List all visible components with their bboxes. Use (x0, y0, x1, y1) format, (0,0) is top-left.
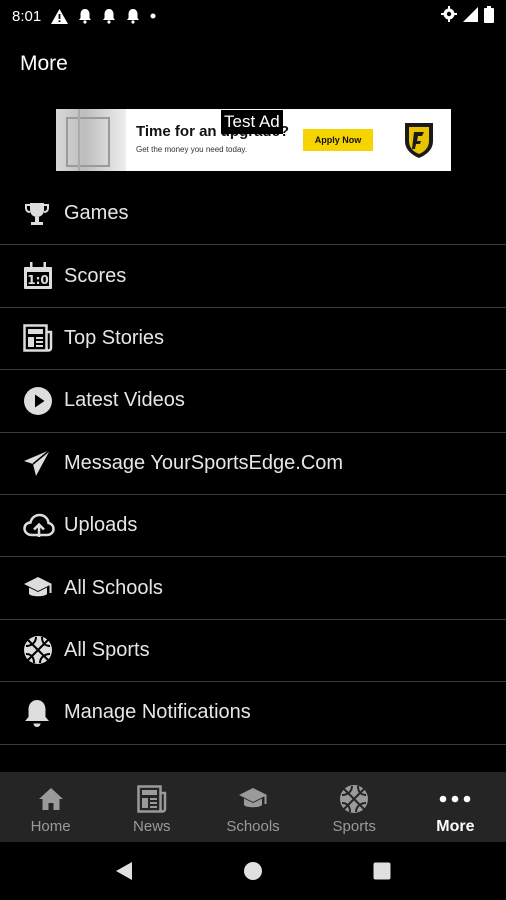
bell-icon (78, 8, 92, 24)
menu-item-label: Uploads (64, 514, 138, 537)
status-bar: 8:01 (0, 0, 506, 32)
menu-item-label: Message YourSportsEdge.Com (64, 451, 344, 474)
nav-label: Home (30, 818, 71, 835)
nav-tab-schools[interactable]: Schools (202, 772, 303, 842)
menu-item-all-sports[interactable]: All Sports (0, 620, 506, 683)
basketball-icon (339, 784, 369, 814)
status-time: 8:01 (12, 7, 42, 25)
menu-item-uploads[interactable]: Uploads (0, 495, 506, 558)
cloud-upload-icon (0, 513, 64, 539)
nav-tab-home[interactable]: Home (0, 772, 101, 842)
test-ad-label: Test Ad (221, 110, 283, 134)
menu-item-label: Scores (64, 264, 127, 287)
signal-icon (463, 6, 478, 26)
ad-subtext: Get the money you need today. (136, 145, 248, 154)
alert-icon (51, 8, 69, 24)
svg-text:1:0: 1:0 (27, 273, 49, 287)
menu-item-manage-notifications[interactable]: Manage Notifications (0, 682, 506, 745)
menu-item-scores[interactable]: 1:0 Scores (0, 245, 506, 308)
more-menu: Games 1:0 Scores Top Stories Latest Vide… (0, 183, 506, 745)
play-icon (0, 386, 64, 416)
menu-item-label: All Sports (64, 638, 150, 661)
bell-icon (0, 698, 64, 728)
newspaper-icon (137, 784, 167, 814)
menu-item-latest-videos[interactable]: Latest Videos (0, 370, 506, 433)
graduation-cap-icon (0, 575, 64, 601)
menu-item-label: Latest Videos (64, 389, 185, 412)
nav-label: Sports (332, 818, 376, 835)
recents-icon[interactable] (362, 851, 402, 891)
ad-shield-logo (402, 121, 436, 159)
menu-item-top-stories[interactable]: Top Stories (0, 308, 506, 371)
nav-label: News (133, 818, 171, 835)
battery-icon (484, 5, 494, 27)
bottom-nav: Home News Schools Sports More (0, 772, 506, 842)
more-dots-icon (439, 784, 471, 814)
menu-item-all-schools[interactable]: All Schools (0, 557, 506, 620)
graduation-cap-icon (238, 784, 268, 814)
scoreboard-icon: 1:0 (0, 262, 64, 290)
menu-item-label: Games (64, 202, 129, 225)
nav-label: Schools (226, 818, 280, 835)
newspaper-icon (0, 324, 64, 353)
ad-image (56, 109, 126, 171)
nav-tab-more[interactable]: More (405, 772, 506, 842)
bell-icon (102, 8, 116, 24)
bell-icon (126, 8, 140, 24)
nav-tab-sports[interactable]: Sports (304, 772, 405, 842)
home-icon (38, 784, 64, 814)
menu-item-label: Manage Notifications (64, 701, 251, 724)
system-nav-bar (0, 842, 506, 900)
send-icon (0, 449, 64, 477)
basketball-icon (0, 635, 64, 665)
menu-item-message[interactable]: Message YourSportsEdge.Com (0, 433, 506, 495)
nav-tab-news[interactable]: News (101, 772, 202, 842)
menu-item-label: Top Stories (64, 326, 165, 349)
page-title: More (20, 52, 68, 75)
ad-apply-button[interactable]: Apply Now (303, 129, 373, 151)
dot-icon (150, 13, 156, 19)
menu-item-label: All Schools (64, 576, 163, 599)
trophy-icon (0, 201, 64, 227)
nav-label: More (436, 818, 475, 835)
home-circle-icon[interactable] (233, 851, 273, 891)
back-icon[interactable] (104, 851, 144, 891)
menu-item-games[interactable]: Games (0, 183, 506, 246)
settings-icon (441, 6, 457, 26)
